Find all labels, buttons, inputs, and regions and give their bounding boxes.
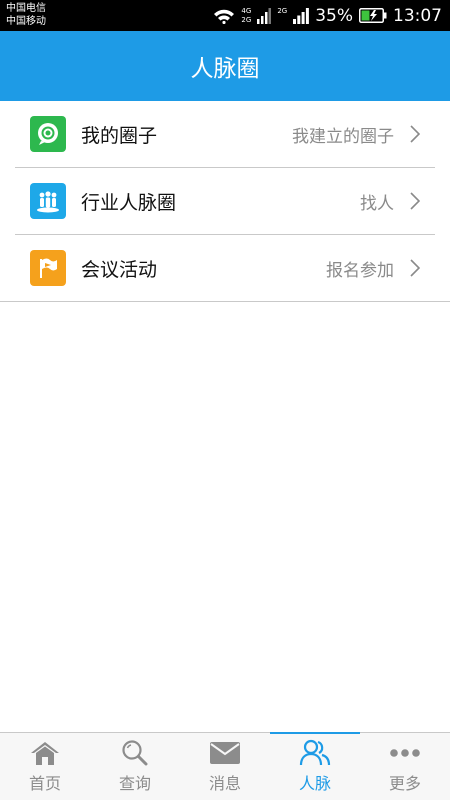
tab-more-label: 更多: [388, 774, 421, 793]
tab-contacts[interactable]: 人脉: [270, 732, 360, 800]
bottom-tab-bar: 首页 查询 消息 人脉 更多: [0, 732, 450, 800]
network-type-2: 2G: [277, 7, 287, 25]
wifi-icon: [213, 8, 235, 24]
industry-network-label: 行业人脉圈: [81, 192, 177, 214]
tab-more[interactable]: 更多: [360, 733, 450, 800]
signal-icon-1: [257, 7, 272, 24]
page-header: 人脉圈: [0, 31, 450, 101]
chat-bubble-icon: [30, 116, 66, 152]
industry-network-subtitle: 找人: [360, 194, 394, 214]
tab-contacts-label: 人脉: [298, 774, 331, 793]
status-bar: 中国电信 中国移动 4G 2G 2G 35% 13:07: [0, 0, 450, 31]
tab-messages[interactable]: 消息: [180, 733, 270, 800]
carrier-info: 中国电信 中国移动: [6, 2, 46, 28]
chevron-right-icon: [410, 125, 421, 147]
tab-messages-label: 消息: [208, 774, 241, 793]
my-circles-item[interactable]: 我的圈子 我建立的圈子: [0, 101, 450, 168]
my-circles-label: 我的圈子: [81, 125, 158, 147]
tab-search-label: 查询: [118, 774, 151, 793]
carrier-2: 中国移动: [6, 16, 46, 27]
meeting-events-item[interactable]: 会议活动 报名参加: [0, 235, 450, 302]
divider: [0, 301, 450, 302]
network-type-1: 4G 2G: [241, 7, 251, 25]
clock: 13:07: [393, 5, 442, 26]
contacts-icon: [299, 736, 331, 770]
network-type-1-bottom: 2G: [241, 15, 252, 24]
network-type-2-top: 2G: [277, 6, 288, 15]
home-icon: [29, 736, 61, 770]
people-group-icon: [30, 183, 66, 219]
signal-icon-2: [293, 7, 310, 24]
tab-search[interactable]: 查询: [90, 733, 180, 800]
menu-list: 我的圈子 我建立的圈子 行业人脉圈 找人 会议活动 报名参加: [0, 101, 450, 302]
search-icon: [121, 736, 149, 770]
flag-icon: [30, 250, 66, 286]
battery-percent: 35%: [315, 5, 353, 26]
chevron-right-icon: [410, 259, 421, 281]
more-icon: [389, 736, 421, 770]
mail-icon: [209, 736, 241, 770]
battery-charging-icon: [359, 8, 387, 23]
status-icons: 4G 2G 2G 35% 13:07: [213, 0, 442, 31]
my-circles-subtitle: 我建立的圈子: [292, 127, 394, 147]
tab-home[interactable]: 首页: [0, 733, 90, 800]
tab-home-label: 首页: [28, 774, 61, 793]
meeting-events-label: 会议活动: [81, 259, 158, 281]
chevron-right-icon: [410, 192, 421, 214]
carrier-1: 中国电信: [6, 3, 46, 14]
industry-network-item[interactable]: 行业人脉圈 找人: [0, 168, 450, 235]
network-type-1-top: 4G: [241, 6, 252, 15]
page-title: 人脉圈: [190, 56, 260, 82]
meeting-events-subtitle: 报名参加: [326, 261, 394, 281]
